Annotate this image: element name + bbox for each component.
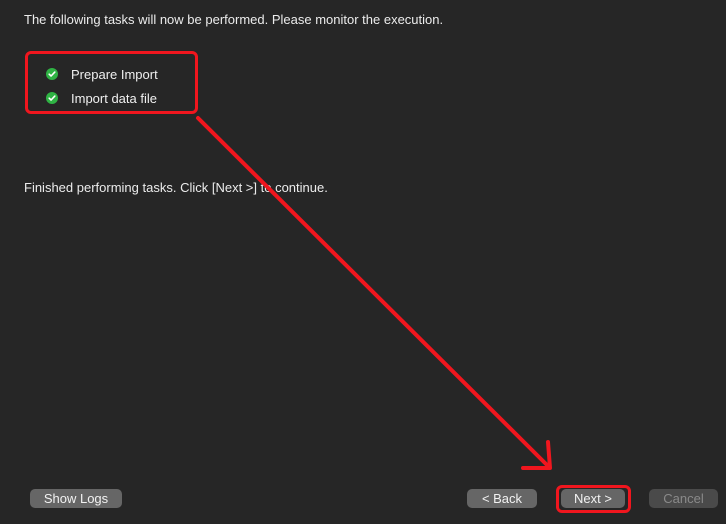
task-item-import-data-file: Import data file — [46, 86, 158, 110]
task-item-prepare-import: Prepare Import — [46, 62, 158, 86]
cancel-button: Cancel — [649, 489, 718, 508]
task-label: Import data file — [71, 90, 157, 106]
back-button[interactable]: < Back — [467, 489, 537, 508]
intro-text: The following tasks will now be performe… — [24, 12, 444, 27]
task-list: Prepare Import Import data file — [46, 62, 158, 110]
check-circle-icon — [46, 68, 58, 80]
task-label: Prepare Import — [71, 66, 158, 82]
check-circle-icon — [46, 92, 58, 104]
next-button[interactable]: Next > — [561, 489, 625, 508]
finished-message: Finished performing tasks. Click [Next >… — [24, 180, 328, 195]
show-logs-button[interactable]: Show Logs — [30, 489, 122, 508]
